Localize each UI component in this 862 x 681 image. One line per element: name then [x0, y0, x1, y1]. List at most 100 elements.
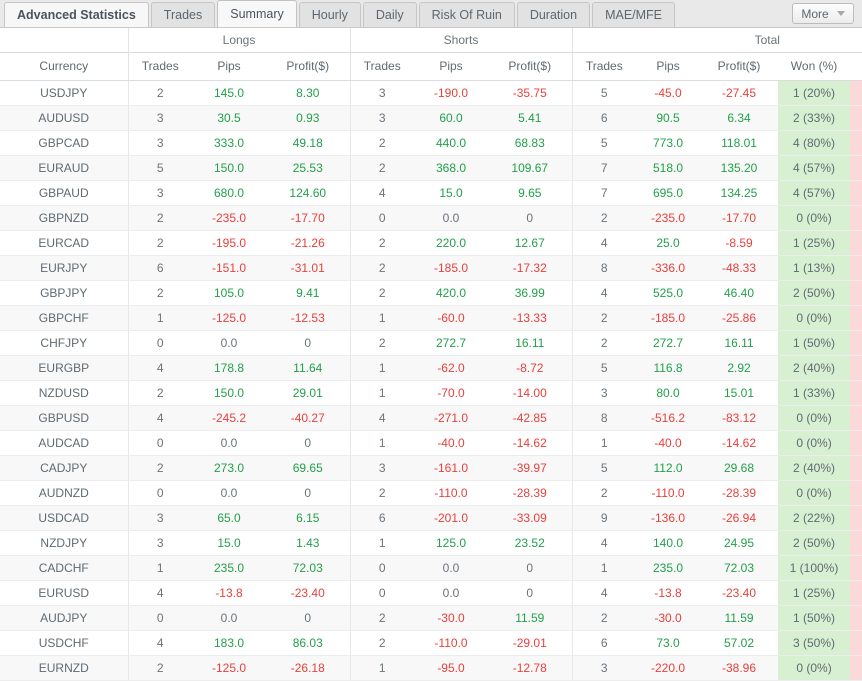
- cell-lost-percent: 4 (67%): [850, 105, 862, 131]
- cell-longs-pips: 0.0: [192, 330, 266, 356]
- cell-longs-profit: -40.27: [266, 405, 350, 431]
- cell-longs-trades: 2: [127, 80, 192, 106]
- tab-trades[interactable]: Trades: [150, 2, 216, 27]
- cell-longs-profit: 1.43: [266, 530, 350, 556]
- cell-currency: CHFJPY: [0, 330, 128, 356]
- col-header-currency[interactable]: Currency: [0, 51, 128, 81]
- col-header-total-pips[interactable]: Pips: [636, 51, 701, 81]
- cell-won-percent: 4 (57%): [778, 155, 851, 181]
- cell-longs-trades: 0: [127, 330, 192, 356]
- table-row[interactable]: GBPNZD 2 -235.0 -17.70 0 0.0 0 2 -235.0 -17.70 0 (…: [0, 205, 862, 231]
- currency-summary-table: Longs Shorts Total Currency Trades Pips …: [0, 28, 862, 681]
- cell-lost-percent: 0 (0%): [850, 555, 862, 581]
- col-header-longs-trades[interactable]: Trades: [127, 51, 192, 81]
- tab-hourly[interactable]: Hourly: [298, 2, 361, 27]
- col-header-won[interactable]: Won (%): [778, 51, 851, 81]
- cell-shorts-profit: -28.39: [488, 480, 573, 506]
- table-row[interactable]: AUDJPY 0 0.0 0 2 -30.0 11.59 2 -30.0 11.59 1 (50%)…: [0, 605, 862, 631]
- table-row[interactable]: GBPJPY 2 105.0 9.41 2 420.0 36.99 4 525.0 46.40 2 …: [0, 280, 862, 306]
- col-header-total-profit[interactable]: Profit($): [700, 51, 779, 81]
- cell-shorts-pips: -190.0: [414, 80, 488, 106]
- table-row[interactable]: USDCHF 4 183.0 86.03 2 -110.0 -29.01 6 73.0 57.02…: [0, 630, 862, 656]
- group-header-total: Total: [571, 28, 862, 52]
- cell-total-trades: 2: [571, 330, 637, 356]
- table-row[interactable]: EURJPY 6 -151.0 -31.01 2 -185.0 -17.32 8 -336.0-…: [0, 255, 862, 281]
- cell-total-trades: 1: [571, 555, 637, 581]
- tab-daily[interactable]: Daily: [362, 2, 417, 27]
- table-row[interactable]: AUDUSD 3 30.5 0.93 3 60.0 5.41 6 90.5 6.34 2 (33%)…: [0, 105, 862, 131]
- table-row[interactable]: GBPUSD 4 -245.2 -40.27 4 -271.0 -42.85 8 -516.2-…: [0, 405, 862, 431]
- cell-total-pips: 773.0: [636, 130, 701, 156]
- tab-bar: Advanced Statistics Trades Summary Hourly D…: [0, 0, 862, 28]
- cell-shorts-profit: 109.67: [488, 155, 573, 181]
- col-header-total-trades[interactable]: Trades: [571, 51, 637, 81]
- cell-total-profit: -26.94: [700, 505, 779, 531]
- tab-summary[interactable]: Summary: [217, 0, 297, 27]
- cell-shorts-profit: -35.75: [488, 80, 573, 106]
- table-row[interactable]: CADCHF 1 235.0 72.03 0 0.0 0 1 235.0 72.03 1 (100%…: [0, 555, 862, 581]
- table-row[interactable]: EURCAD 2 -195.0 -21.26 2 220.0 12.67 4 25.0 -8.59…: [0, 230, 862, 256]
- cell-total-profit: -83.12: [700, 405, 779, 431]
- cell-shorts-pips: -110.0: [414, 630, 488, 656]
- cell-currency: EURJPY: [0, 255, 128, 281]
- cell-total-trades: 2: [571, 605, 637, 631]
- cell-total-trades: 8: [571, 405, 637, 431]
- cell-currency: GBPAUD: [0, 180, 128, 206]
- more-button[interactable]: More: [792, 3, 854, 24]
- col-header-longs-profit[interactable]: Profit($): [266, 51, 350, 81]
- cell-shorts-pips: -95.0: [414, 655, 488, 681]
- cell-shorts-pips: -62.0: [414, 355, 488, 381]
- table-row[interactable]: EURGBP 4 178.8 11.64 1 -62.0 -8.72 5 116.8 2.92 2 …: [0, 355, 862, 381]
- table-row[interactable]: NZDJPY 3 15.0 1.43 1 125.0 23.52 4 140.0 24.95 2 (…: [0, 530, 862, 556]
- col-header-shorts-profit[interactable]: Profit($): [488, 51, 573, 81]
- table-row[interactable]: AUDNZD 0 0.0 0 2 -110.0 -28.39 2 -110.0 -28.39 0 (…: [0, 480, 862, 506]
- table-row[interactable]: EURNZD 2 -125.0 -26.18 1 -95.0 -12.78 3 -220.0 -3…: [0, 655, 862, 681]
- cell-longs-profit: 0: [266, 480, 350, 506]
- table-row[interactable]: GBPAUD 3 680.0 124.60 4 15.0 9.65 7 695.0 134.25 4…: [0, 180, 862, 206]
- cell-longs-profit: 25.53: [266, 155, 350, 181]
- table-row[interactable]: NZDUSD 2 150.0 29.01 1 -70.0 -14.00 3 80.0 15.01 1…: [0, 380, 862, 406]
- table-row[interactable]: AUDCAD 0 0.0 0 1 -40.0 -14.62 1 -40.0 -14.62 0 (0%…: [0, 430, 862, 456]
- table-row[interactable]: USDCAD 3 65.0 6.15 6 -201.0 -33.09 9 -136.0 -26.9…: [0, 505, 862, 531]
- cell-won-percent: 1 (25%): [778, 580, 851, 606]
- cell-total-pips: -45.0: [636, 80, 701, 106]
- tab-risk-of-ruin[interactable]: Risk Of Ruin: [418, 2, 515, 27]
- col-header-shorts-trades[interactable]: Trades: [349, 51, 414, 81]
- col-header-shorts-pips[interactable]: Pips: [414, 51, 488, 81]
- table-row[interactable]: CHFJPY 0 0.0 0 2 272.7 16.11 2 272.7 16.11 1 (50%)…: [0, 330, 862, 356]
- table-row[interactable]: GBPCHF 1 -125.0 -12.53 1 -60.0 -13.33 2 -185.0 -2…: [0, 305, 862, 331]
- cell-shorts-pips: 0.0: [414, 580, 488, 606]
- cell-currency: AUDNZD: [0, 480, 128, 506]
- cell-total-profit: 134.25: [700, 180, 779, 206]
- cell-longs-profit: -26.18: [266, 655, 350, 681]
- table-row[interactable]: CADJPY 2 273.0 69.65 3 -161.0 -39.97 5 112.0 29.6…: [0, 455, 862, 481]
- cell-currency: CADCHF: [0, 555, 128, 581]
- cell-total-pips: 235.0: [636, 555, 701, 581]
- table-row[interactable]: GBPCAD 3 333.0 49.18 2 440.0 68.83 5 773.0 118.01…: [0, 130, 862, 156]
- cell-longs-trades: 0: [127, 430, 192, 456]
- cell-total-profit: 11.59: [700, 605, 779, 631]
- cell-shorts-pips: -110.0: [414, 480, 488, 506]
- statistics-table-container[interactable]: Longs Shorts Total Currency Trades Pips …: [0, 28, 862, 681]
- cell-longs-pips: -195.0: [192, 230, 266, 256]
- table-row[interactable]: EURAUD 5 150.0 25.53 2 368.0 109.67 7 518.0 135.2…: [0, 155, 862, 181]
- cell-longs-profit: 9.41: [266, 280, 350, 306]
- cell-total-trades: 7: [571, 155, 637, 181]
- cell-lost-percent: 3 (75%): [850, 230, 862, 256]
- cell-lost-percent: 2 (67%): [850, 380, 862, 406]
- tab-duration[interactable]: Duration: [516, 2, 591, 27]
- cell-lost-percent: 8 (100%): [850, 405, 862, 431]
- tab-mae-mfe[interactable]: MAE/MFE: [592, 2, 676, 27]
- table-row[interactable]: USDJPY 2 145.0 8.30 3 -190.0 -35.75 5 -45.0 -27.4…: [0, 80, 862, 106]
- cell-shorts-pips: -161.0: [414, 455, 488, 481]
- table-row[interactable]: EURUSD 4 -13.8 -23.40 0 0.0 0 4 -13.8 -23.40 1 (25…: [0, 580, 862, 606]
- cell-longs-pips: -125.0: [192, 655, 266, 681]
- col-header-lost[interactable]: Lost (%): [850, 51, 862, 81]
- cell-total-trades: 4: [571, 530, 637, 556]
- cell-total-trades: 2: [571, 205, 637, 231]
- cell-total-pips: -516.2: [636, 405, 701, 431]
- more-button-label: More: [801, 6, 829, 21]
- col-header-longs-pips[interactable]: Pips: [192, 51, 266, 81]
- cell-longs-pips: 65.0: [192, 505, 266, 531]
- cell-shorts-profit: -33.09: [488, 505, 573, 531]
